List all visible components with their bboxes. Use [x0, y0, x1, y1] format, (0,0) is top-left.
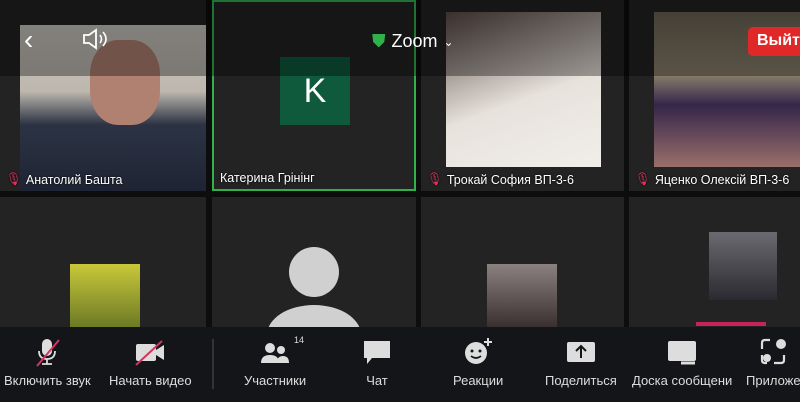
- chat-icon: [364, 341, 390, 364]
- start-video-button[interactable]: Начать видео: [109, 337, 192, 388]
- participant-name: 🎙 Трокай София ВП-3-6: [427, 172, 574, 187]
- start-video-label: Начать видео: [109, 373, 192, 388]
- participant-video: [70, 264, 140, 327]
- participants-count-badge: 14: [294, 335, 305, 345]
- chevron-down-icon: ⌄: [443, 34, 454, 49]
- share-screen-icon: [566, 342, 595, 362]
- reactions-icon: [465, 338, 493, 364]
- video-off-icon: [135, 340, 165, 366]
- chat-button[interactable]: Чат: [362, 337, 392, 388]
- reactions-button[interactable]: Реакции: [453, 337, 503, 388]
- participants-button[interactable]: 14 Участники: [244, 335, 307, 388]
- mic-muted-icon: 🎙: [6, 172, 22, 186]
- toolbar-divider: [212, 339, 214, 389]
- participants-icon: [261, 343, 290, 363]
- participant-video: [487, 264, 557, 327]
- participant-video: [709, 232, 777, 300]
- mic-muted-icon: [36, 339, 61, 367]
- participant-name: 🎙 Анатолий Башта: [6, 172, 123, 187]
- reactions-label: Реакции: [453, 373, 504, 388]
- participant-name: 🎙 Яценко Олексій ВП-3-6: [635, 172, 790, 187]
- apps-icon: [761, 338, 787, 365]
- speaker-icon[interactable]: [82, 28, 110, 50]
- share-label: Поделиться: [545, 373, 617, 388]
- apps-label: Приложе: [746, 373, 800, 388]
- video-tile[interactable]: [0, 197, 206, 327]
- chat-label: Чат: [366, 373, 388, 388]
- mic-muted-icon: 🎙: [635, 172, 651, 186]
- video-tile[interactable]: [629, 197, 800, 327]
- whiteboard-label: Доска сообщени: [632, 373, 733, 388]
- active-speaker-indicator: [696, 322, 766, 326]
- leave-button[interactable]: Выйти: [748, 27, 800, 56]
- meeting-info-button[interactable]: ⛊ Zoom ⌄: [372, 31, 454, 52]
- whiteboard-icon: [668, 341, 697, 365]
- mic-muted-icon: 🎙: [427, 172, 443, 186]
- avatar-placeholder-body: [267, 305, 361, 327]
- meeting-toolbar: Включить звук Начать видео 14 Участники …: [0, 327, 800, 402]
- apps-button[interactable]: Приложе: [746, 337, 800, 388]
- share-button[interactable]: Поделиться: [545, 337, 617, 388]
- shield-check-icon: ⛊: [372, 31, 386, 51]
- participant-name: Катерина Грінінг: [220, 171, 315, 185]
- video-tile[interactable]: [421, 197, 624, 327]
- unmute-label: Включить звук: [4, 373, 91, 388]
- back-icon[interactable]: ‹: [24, 26, 33, 54]
- avatar-placeholder-icon: [289, 247, 339, 297]
- unmute-button[interactable]: Включить звук: [4, 337, 91, 388]
- whiteboard-button[interactable]: Доска сообщени: [632, 337, 732, 388]
- video-tile[interactable]: [212, 197, 416, 327]
- participants-label: Участники: [244, 373, 307, 388]
